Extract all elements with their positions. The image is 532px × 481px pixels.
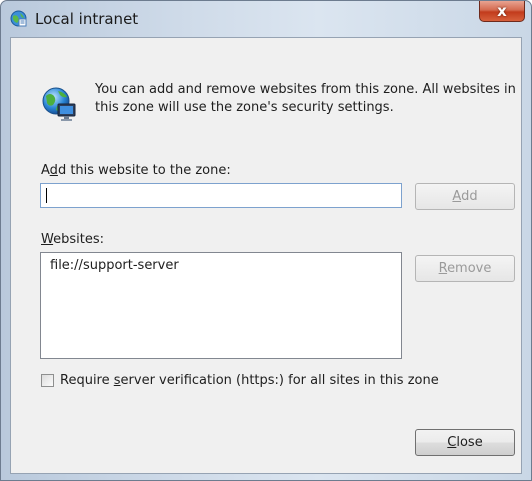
close-button-mnemonic: C [447, 435, 457, 450]
add-button-label: Add [416, 184, 514, 209]
add-button-mnemonic: A [452, 189, 462, 204]
remove-button[interactable]: Remove [415, 255, 515, 282]
remove-button-rest: emove [447, 261, 492, 276]
require-verification-label[interactable]: Require server verification (https:) for… [60, 373, 439, 388]
add-label-mnemonic: d [49, 163, 58, 178]
text-caret [46, 188, 47, 203]
zone-description: You can add and remove websites from thi… [95, 82, 516, 115]
close-button-rest: lose [456, 435, 483, 450]
add-website-label: Add this website to the zone: [41, 163, 231, 178]
close-window-button[interactable]: x [479, 1, 525, 22]
verification-label-mnemonic: s [113, 373, 121, 388]
close-button[interactable]: Close [415, 429, 515, 456]
remove-button-mnemonic: R [438, 261, 448, 276]
remove-button-label: Remove [416, 256, 514, 281]
verification-label-pre: Require [60, 373, 114, 388]
add-button-rest: dd [461, 189, 478, 204]
require-verification-checkbox[interactable] [41, 374, 54, 387]
website-input[interactable] [40, 183, 402, 208]
websites-list[interactable]: file://support-server [40, 252, 402, 359]
list-item[interactable]: file://support-server [50, 258, 179, 273]
local-intranet-dialog: Local intranet x You can add and remove … [0, 0, 532, 481]
title-bar[interactable]: Local intranet x [1, 1, 531, 37]
globe-monitor-icon [41, 86, 77, 122]
verification-label-post: erver verification (https:) for all site… [120, 373, 439, 388]
close-button-label: Close [416, 430, 514, 455]
websites-label-mnemonic: W [41, 232, 54, 247]
add-button[interactable]: Add [415, 183, 515, 210]
close-icon: x [497, 2, 507, 20]
add-label-post: d this website to the zone: [57, 163, 231, 178]
websites-label: Websites: [41, 232, 104, 247]
add-label-pre: A [41, 163, 50, 178]
window-title: Local intranet [35, 10, 139, 28]
websites-label-rest: ebsites: [53, 232, 104, 247]
internet-options-icon [10, 10, 27, 27]
